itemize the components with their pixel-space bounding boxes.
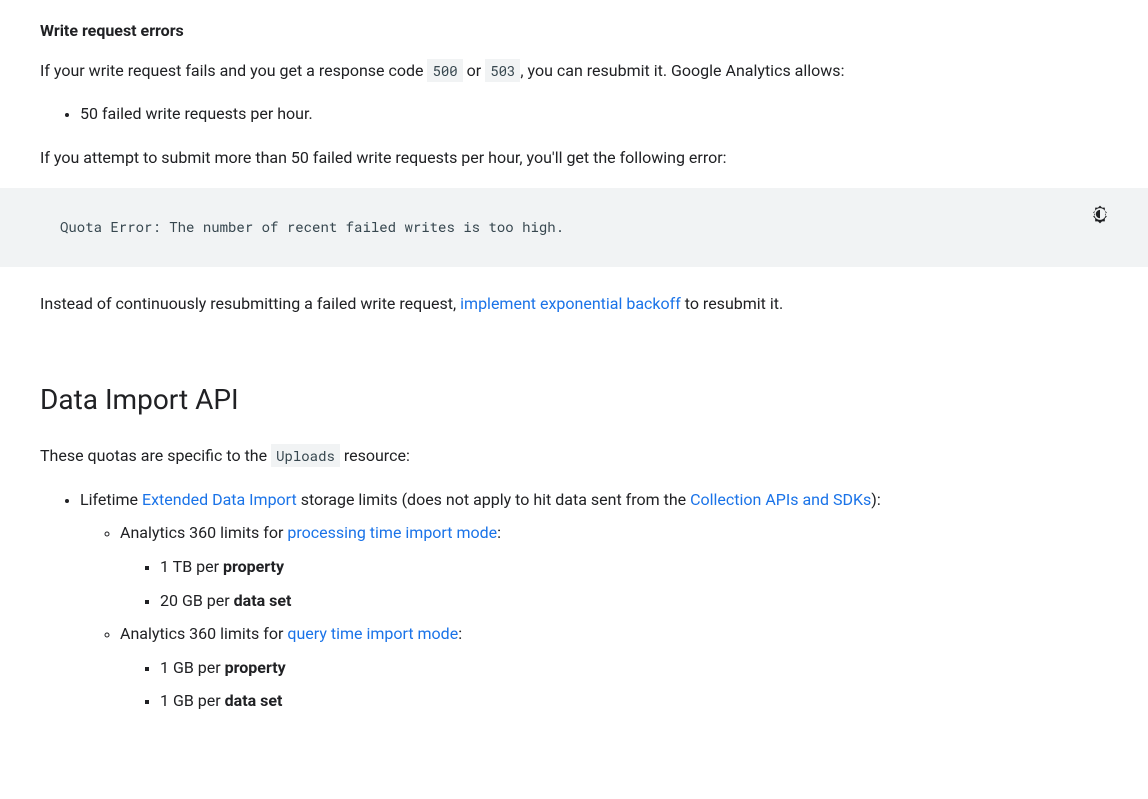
query-time-link[interactable]: query time import mode <box>287 624 458 643</box>
bold-text: data set <box>234 591 292 610</box>
text: : <box>497 523 501 542</box>
data-import-list: Lifetime Extended Data Import storage li… <box>40 487 1108 714</box>
write-errors-section: Write request errors If your write reque… <box>0 18 1148 170</box>
text: Instead of continuously resubmitting a f… <box>40 294 460 313</box>
data-import-heading: Data Import API <box>40 378 1108 423</box>
text: or <box>463 61 485 80</box>
text: resource: <box>340 446 410 465</box>
bold-text: property <box>225 658 286 677</box>
error-code-block: Quota Error: The number of recent failed… <box>0 188 1148 266</box>
write-errors-limit-para: If you attempt to submit more than 50 fa… <box>40 145 1108 171</box>
text: If your write request fails and you get … <box>40 61 427 80</box>
text: Analytics 360 limits for <box>120 624 287 643</box>
list-item: Analytics 360 limits for processing time… <box>120 520 1108 613</box>
list-item: 1 TB per property <box>160 554 1108 580</box>
nested-list: 1 GB per property 1 GB per data set <box>120 655 1108 714</box>
text: These quotas are specific to the <box>40 446 271 465</box>
bold-text: data set <box>225 691 283 710</box>
write-errors-intro: If your write request fails and you get … <box>40 58 1108 84</box>
list-item: Analytics 360 limits for query time impo… <box>120 621 1108 714</box>
list-item: 1 GB per property <box>160 655 1108 681</box>
code-uploads: Uploads <box>271 444 340 467</box>
data-import-intro: These quotas are specific to the Uploads… <box>40 443 1108 469</box>
nested-list: 1 TB per property 20 GB per data set <box>120 554 1108 613</box>
brightness-icon <box>1090 204 1110 224</box>
text: storage limits (does not apply to hit da… <box>297 490 690 509</box>
error-code-text: Quota Error: The number of recent failed… <box>0 188 1148 266</box>
extended-data-import-link[interactable]: Extended Data Import <box>142 490 297 509</box>
documentation-page: Write request errors If your write reque… <box>0 0 1148 762</box>
list-item: 50 failed write requests per hour. <box>80 101 1108 127</box>
list-item: Lifetime Extended Data Import storage li… <box>80 487 1108 714</box>
text: Analytics 360 limits for <box>120 523 287 542</box>
dark-light-toggle[interactable] <box>1088 202 1112 226</box>
code-500: 500 <box>427 59 462 82</box>
text: Lifetime <box>80 490 142 509</box>
backoff-section: Instead of continuously resubmitting a f… <box>0 291 1148 714</box>
text: 1 GB per <box>160 691 225 710</box>
text: 1 GB per <box>160 658 225 677</box>
collection-apis-link[interactable]: Collection APIs and SDKs <box>690 490 871 509</box>
code-503: 503 <box>485 59 520 82</box>
text: : <box>458 624 462 643</box>
list-item: 20 GB per data set <box>160 588 1108 614</box>
backoff-para: Instead of continuously resubmitting a f… <box>40 291 1108 317</box>
write-errors-heading: Write request errors <box>40 18 1108 44</box>
text: to resubmit it. <box>681 294 783 313</box>
text: ): <box>871 490 880 509</box>
list-item: 1 GB per data set <box>160 688 1108 714</box>
write-errors-list: 50 failed write requests per hour. <box>40 101 1108 127</box>
nested-list: Analytics 360 limits for processing time… <box>80 520 1108 714</box>
text: , you can resubmit it. Google Analytics … <box>520 61 844 80</box>
processing-time-link[interactable]: processing time import mode <box>287 523 497 542</box>
text: 1 TB per <box>160 557 223 576</box>
bold-text: property <box>223 557 284 576</box>
backoff-link[interactable]: implement exponential backoff <box>460 294 681 313</box>
text: 20 GB per <box>160 591 234 610</box>
